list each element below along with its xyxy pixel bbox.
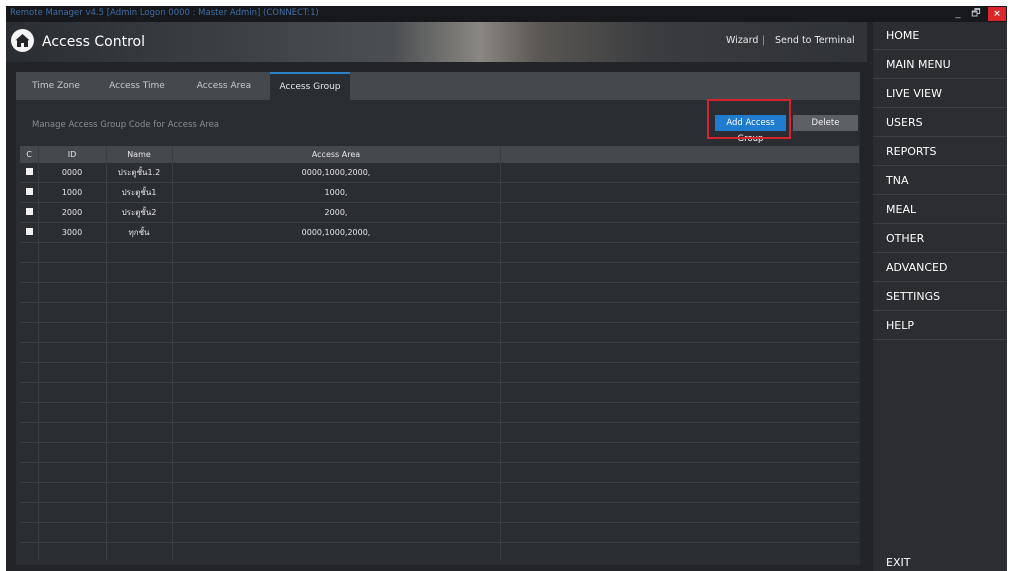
- row-checkbox[interactable]: [26, 168, 33, 175]
- empty-row: [20, 323, 859, 343]
- empty-row: [20, 403, 859, 423]
- empty-row: [20, 463, 859, 483]
- empty-row: [20, 483, 859, 503]
- nav-tna[interactable]: TNA: [873, 167, 1007, 195]
- content-panel: Manage Access Group Code for Access Area…: [16, 99, 860, 565]
- wizard-link[interactable]: Wizard: [726, 35, 758, 46]
- empty-row: [20, 243, 859, 263]
- empty-row: [20, 343, 859, 363]
- cell-id: 3000: [61, 228, 83, 237]
- column-header-access-area[interactable]: Access Area: [172, 146, 500, 163]
- cell-access-area: 0000,1000,2000,: [301, 228, 371, 237]
- table-row[interactable]: 1000 ประตูชั้น1 1000,: [20, 183, 859, 203]
- home-icon[interactable]: [11, 29, 34, 52]
- window-title: Remote Manager v4.5 [Admin Logon 0000 : …: [10, 8, 319, 18]
- table-row[interactable]: 0000 ประตูชั้น1.2 0000,1000,2000,: [20, 163, 859, 183]
- cell-name: ประตูชั้น2: [121, 208, 157, 217]
- header-separator: |: [762, 35, 766, 46]
- nav-main-menu[interactable]: MAIN MENU: [873, 51, 1007, 79]
- nav-other[interactable]: OTHER: [873, 225, 1007, 253]
- highlight-box: [707, 99, 791, 139]
- tab-access-area[interactable]: Access Area: [178, 72, 270, 100]
- tab-access-time[interactable]: Access Time: [96, 72, 178, 100]
- tab-time-zone[interactable]: Time Zone: [16, 72, 96, 100]
- nav-meal[interactable]: MEAL: [873, 196, 1007, 224]
- empty-row: [20, 383, 859, 403]
- tab-bar: Time Zone Access Time Access Area Access…: [16, 72, 860, 100]
- nav-live-view[interactable]: LIVE VIEW: [873, 80, 1007, 108]
- empty-row: [20, 503, 859, 523]
- table-row[interactable]: 2000 ประตูชั้น2 2000,: [20, 203, 859, 223]
- tab-access-group[interactable]: Access Group: [270, 72, 350, 100]
- nav-users[interactable]: USERS: [873, 109, 1007, 137]
- column-header-check[interactable]: C: [20, 146, 38, 163]
- empty-row: [20, 423, 859, 443]
- nav-advanced[interactable]: ADVANCED: [873, 254, 1007, 282]
- cell-access-area: 0000,1000,2000,: [301, 168, 371, 177]
- empty-row: [20, 263, 859, 283]
- column-header-id[interactable]: ID: [38, 146, 106, 163]
- row-checkbox[interactable]: [26, 208, 33, 215]
- nav-settings[interactable]: SETTINGS: [873, 283, 1007, 311]
- access-group-table: C ID Name Access Area 0000 ประตูชั้น1.2 …: [20, 146, 859, 560]
- cell-name: ประตูชั้น1: [121, 188, 157, 197]
- restore-button[interactable]: 🗗: [968, 7, 984, 21]
- page-header: Access Control Wizard | Send to Terminal: [6, 22, 867, 62]
- empty-row: [20, 283, 859, 303]
- empty-row: [20, 363, 859, 383]
- nav-home[interactable]: HOME: [873, 22, 1007, 50]
- app-window: Remote Manager v4.5 [Admin Logon 0000 : …: [6, 6, 1007, 571]
- cell-name: ทุกชั้น: [128, 228, 150, 237]
- nav-reports[interactable]: REPORTS: [873, 138, 1007, 166]
- row-checkbox[interactable]: [26, 228, 33, 235]
- column-header-name[interactable]: Name: [106, 146, 172, 163]
- cell-id: 1000: [61, 188, 83, 197]
- empty-row: [20, 443, 859, 463]
- row-checkbox[interactable]: [26, 188, 33, 195]
- panel-description: Manage Access Group Code for Access Area: [32, 120, 220, 130]
- table-row[interactable]: 3000 ทุกชั้น 0000,1000,2000,: [20, 223, 859, 243]
- cell-access-area: 2000,: [324, 208, 348, 217]
- empty-row: [20, 543, 859, 560]
- cell-id: 2000: [61, 208, 83, 217]
- cell-name: ประตูชั้น1.2: [117, 168, 161, 177]
- empty-row: [20, 523, 859, 543]
- empty-row: [20, 303, 859, 323]
- cell-id: 0000: [61, 168, 83, 177]
- send-to-terminal-link[interactable]: Send to Terminal: [775, 35, 855, 46]
- close-button[interactable]: ×: [988, 7, 1006, 21]
- minimize-button[interactable]: _: [950, 7, 966, 21]
- nav-help[interactable]: HELP: [873, 312, 1007, 340]
- table-header: C ID Name Access Area: [20, 146, 859, 163]
- cell-access-area: 1000,: [324, 188, 348, 197]
- right-nav-menu: HOME MAIN MENU LIVE VIEW USERS REPORTS T…: [873, 22, 1007, 571]
- page-title: Access Control: [42, 34, 145, 50]
- title-bar: Remote Manager v4.5 [Admin Logon 0000 : …: [6, 6, 1007, 22]
- nav-exit[interactable]: EXIT: [873, 555, 1007, 571]
- delete-button[interactable]: Delete: [793, 115, 858, 131]
